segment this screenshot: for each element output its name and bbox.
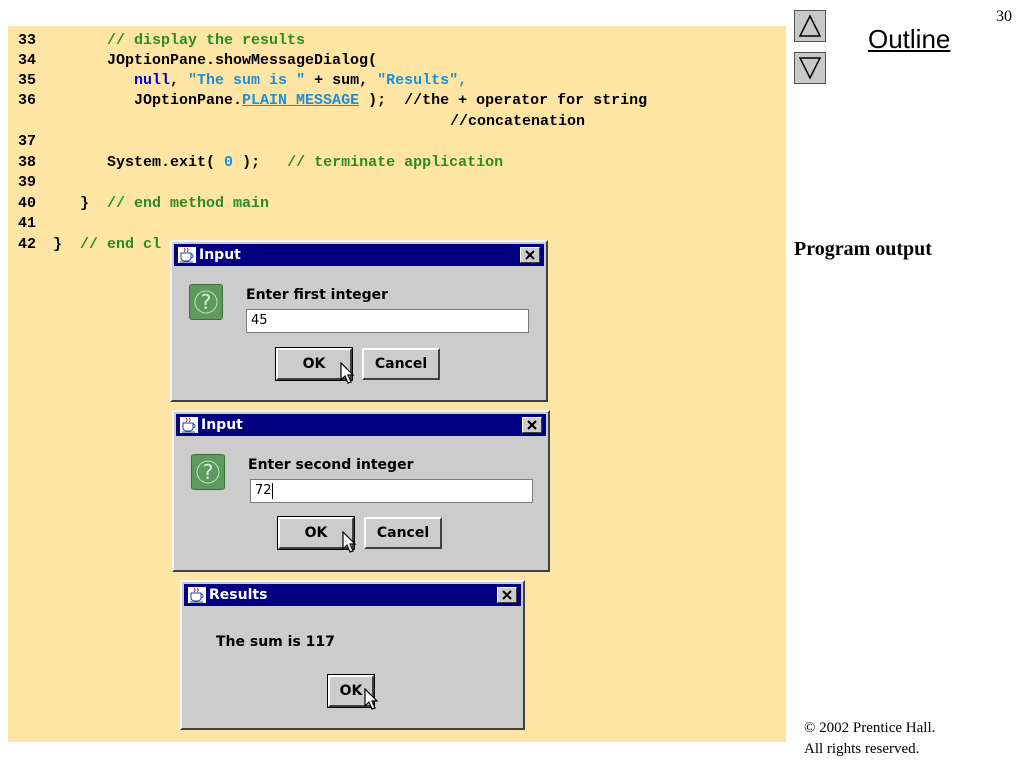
java-cup-icon xyxy=(188,587,206,603)
mouse-cursor-icon xyxy=(340,362,355,384)
code-text: ); //the + operator for string xyxy=(359,92,648,109)
line-number: 37 xyxy=(18,133,37,150)
program-output-label: Program output xyxy=(794,238,932,260)
code-line-40: 40 } // end method main xyxy=(18,194,269,214)
code-text: , xyxy=(458,72,468,89)
java-cup-icon xyxy=(178,247,196,263)
code-text: JOptionPane. xyxy=(134,92,243,109)
line-number: 38 xyxy=(18,154,37,171)
outline-link[interactable]: Outline xyxy=(868,24,950,55)
dialog-prompt: Enter second integer xyxy=(248,457,414,473)
code-comment: // terminate application xyxy=(287,154,504,171)
dialog-titlebar[interactable]: Results xyxy=(184,584,521,606)
input-value: 45 xyxy=(251,313,268,328)
question-icon: ? xyxy=(189,284,223,320)
question-icon: ? xyxy=(191,454,225,490)
dialog-prompt: Enter first integer xyxy=(246,287,389,303)
copyright-line-2: All rights reserved. xyxy=(804,741,920,757)
close-icon xyxy=(502,590,512,600)
dialog-titlebar[interactable]: Input xyxy=(174,244,544,266)
svg-text:?: ? xyxy=(203,460,214,484)
line-number: 34 xyxy=(18,52,37,69)
code-line-39: 39 xyxy=(18,173,44,193)
input-dialog-second: Input ? Enter second integer 72 OK Cance… xyxy=(172,410,550,572)
close-button[interactable] xyxy=(497,587,517,603)
line-number: 40 xyxy=(18,195,37,212)
line-number: 35 xyxy=(18,72,37,89)
close-icon xyxy=(525,250,535,260)
code-line-34: 34 JOptionPane.showMessageDialog( xyxy=(18,51,377,71)
code-comment: // display the results xyxy=(107,32,306,49)
text-caret xyxy=(271,482,273,499)
close-button[interactable] xyxy=(522,417,542,433)
code-string: "The sum is " xyxy=(188,72,306,89)
code-line-38: 38 System.exit( 0 ); // terminate applic… xyxy=(18,153,503,173)
line-number: 36 xyxy=(18,92,37,109)
line-number: 42 xyxy=(18,236,37,253)
page-number: 30 xyxy=(996,8,1012,25)
integer-input-field[interactable]: 45 xyxy=(246,309,529,333)
dialog-title: Input xyxy=(199,247,241,263)
code-line-41: 41 xyxy=(18,214,44,234)
result-message: The sum is 117 xyxy=(216,634,335,650)
close-icon xyxy=(527,420,537,430)
integer-input-field[interactable]: 72 xyxy=(250,479,533,503)
input-value: 72 xyxy=(255,483,272,498)
triangle-up-icon xyxy=(798,14,822,37)
triangle-down-icon xyxy=(798,57,822,80)
code-line-35: 35 null, "The sum is " + sum, "Results", xyxy=(18,71,467,91)
cancel-button[interactable]: Cancel xyxy=(362,348,440,380)
code-comment: // end method main xyxy=(107,195,270,212)
line-number: 41 xyxy=(18,215,37,232)
code-keyword: null xyxy=(134,72,171,89)
java-cup-icon xyxy=(180,417,198,433)
copyright: © 2002 Prentice Hall. All rights reserve… xyxy=(804,718,1014,760)
code-text: + sum, xyxy=(305,72,378,89)
line-number: 33 xyxy=(18,32,37,49)
code-text: ); xyxy=(233,154,288,171)
code-text: } xyxy=(53,236,81,253)
line-number: 39 xyxy=(18,174,37,191)
input-dialog-first: Input ? Enter first integer 45 OK Cancel xyxy=(170,240,548,402)
cancel-button[interactable]: Cancel xyxy=(364,517,442,549)
code-line-36-continuation: //concatenation xyxy=(450,112,585,132)
code-line-37: 37 xyxy=(18,132,44,152)
dialog-title: Results xyxy=(209,587,268,603)
dialog-titlebar[interactable]: Input xyxy=(176,414,546,436)
next-slide-button[interactable] xyxy=(794,52,826,84)
mouse-cursor-icon xyxy=(342,531,357,553)
code-text: JOptionPane.showMessageDialog( xyxy=(107,52,378,69)
results-dialog: Results The sum is 117 OK xyxy=(180,580,525,730)
code-line-33: 33 // display the results xyxy=(18,31,305,51)
code-text: //concatenation xyxy=(450,113,586,130)
close-button[interactable] xyxy=(520,247,540,263)
code-comment: // end cl xyxy=(80,236,162,253)
code-line-42: 42 } // end cl xyxy=(18,235,161,255)
code-constant: PLAIN_MESSAGE xyxy=(242,92,360,109)
code-text: , xyxy=(170,72,189,89)
mouse-cursor-icon xyxy=(364,688,379,710)
code-line-36: 36 JOptionPane.PLAIN_MESSAGE ); //the + … xyxy=(18,91,647,111)
dialog-title: Input xyxy=(201,417,243,433)
code-string: "Results" xyxy=(377,72,459,89)
code-text: System.exit( xyxy=(107,154,225,171)
svg-text:?: ? xyxy=(201,290,212,314)
code-number: 0 xyxy=(224,154,234,171)
copyright-line-1: © 2002 Prentice Hall. xyxy=(804,720,936,736)
code-text: } xyxy=(80,195,108,212)
previous-slide-button[interactable] xyxy=(794,10,826,42)
